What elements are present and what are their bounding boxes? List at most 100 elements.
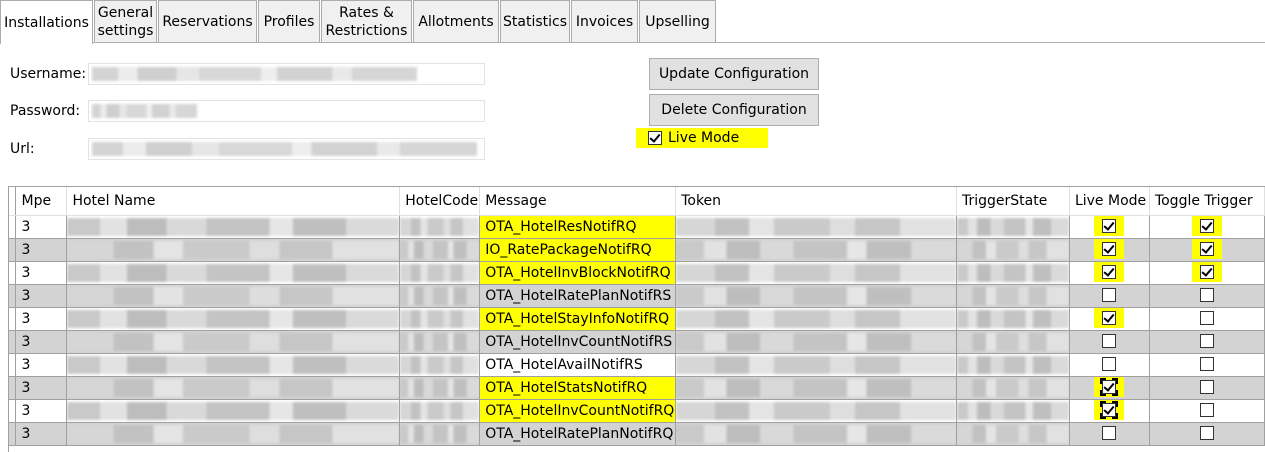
cell-token[interactable] <box>675 215 957 239</box>
cell-mpe[interactable]: 3 <box>15 422 68 446</box>
cell-toggle-trigger[interactable] <box>1149 261 1265 285</box>
cell-message[interactable]: OTA_HotelInvCountNotifRQ <box>479 399 677 423</box>
live-mode-row-checkbox[interactable] <box>1102 265 1117 279</box>
cell-toggle-trigger[interactable] <box>1149 215 1265 239</box>
cell-toggle-trigger[interactable] <box>1149 422 1265 446</box>
cell-hotelcode[interactable] <box>399 261 481 285</box>
table-row[interactable]: 3 OTA_HotelRatePlanNotifRQ <box>9 422 1265 446</box>
tab-general-settings[interactable]: General settings <box>94 0 157 42</box>
toggle-trigger-checkbox[interactable] <box>1199 380 1214 394</box>
username-field[interactable] <box>88 63 485 85</box>
cell-message[interactable]: OTA_HotelStatsNotifRQ <box>479 376 677 400</box>
cell-live-mode[interactable] <box>1069 238 1150 262</box>
cell-triggerstate[interactable] <box>956 422 1070 446</box>
col-header-triggerstate[interactable]: TriggerState <box>956 187 1070 216</box>
cell-hotelcode[interactable] <box>399 238 481 262</box>
password-field[interactable] <box>88 100 485 122</box>
table-row[interactable]: 3 IO_RatePackageNotifRQ <box>9 238 1265 262</box>
tab-profiles[interactable]: Profiles <box>258 0 320 42</box>
row-header[interactable] <box>9 261 17 285</box>
toggle-trigger-checkbox[interactable] <box>1199 265 1214 279</box>
cell-hotel-name[interactable] <box>66 215 401 239</box>
col-header-hotelcode[interactable]: HotelCode <box>399 187 481 216</box>
cell-hotelcode[interactable] <box>399 284 481 308</box>
cell-hotel-name[interactable] <box>66 399 401 423</box>
cell-toggle-trigger[interactable] <box>1149 353 1265 377</box>
cell-mpe[interactable]: 3 <box>15 238 68 262</box>
cell-token[interactable] <box>675 261 957 285</box>
cell-triggerstate[interactable] <box>956 284 1070 308</box>
row-header[interactable] <box>9 353 17 377</box>
cell-hotel-name[interactable] <box>66 422 401 446</box>
cell-triggerstate[interactable] <box>956 353 1070 377</box>
col-header-toggle-trigger[interactable]: Toggle Trigger <box>1149 187 1265 216</box>
cell-triggerstate[interactable] <box>956 261 1070 285</box>
tab-allotments[interactable]: Allotments <box>413 0 499 42</box>
table-row[interactable]: 3 OTA_HotelStayInfoNotifRQ <box>9 307 1265 331</box>
live-mode-row-checkbox[interactable] <box>1102 357 1117 371</box>
table-row[interactable]: 3 OTA_HotelStatsNotifRQ <box>9 376 1265 400</box>
table-row[interactable]: 3 OTA_HotelAvailNotifRS <box>9 353 1265 377</box>
tab-installations[interactable]: Installations <box>0 0 93 44</box>
cell-hotel-name[interactable] <box>66 238 401 262</box>
cell-toggle-trigger[interactable] <box>1149 330 1265 354</box>
col-header-mpe[interactable]: Mpe <box>15 187 68 216</box>
row-header[interactable] <box>9 307 17 331</box>
live-mode-toggle[interactable]: Live Mode <box>636 128 768 148</box>
table-row[interactable]: 3 OTA_HotelInvCountNotifRQ <box>9 399 1265 423</box>
col-header-message[interactable]: Message <box>479 187 677 216</box>
cell-mpe[interactable]: 3 <box>15 307 68 331</box>
live-mode-row-checkbox[interactable] <box>1100 378 1119 396</box>
cell-triggerstate[interactable] <box>956 215 1070 239</box>
cell-toggle-trigger[interactable] <box>1149 307 1265 331</box>
toggle-trigger-checkbox[interactable] <box>1199 219 1214 233</box>
cell-live-mode[interactable] <box>1069 284 1150 308</box>
cell-message[interactable]: OTA_HotelRatePlanNotifRQ <box>479 422 677 446</box>
col-header-live-mode[interactable]: Live Mode <box>1069 187 1150 216</box>
cell-triggerstate[interactable] <box>956 307 1070 331</box>
cell-live-mode[interactable] <box>1069 376 1150 400</box>
table-row[interactable]: 3 OTA_HotelResNotifRQ <box>9 215 1265 239</box>
cell-token[interactable] <box>675 399 957 423</box>
toggle-trigger-checkbox[interactable] <box>1199 242 1214 256</box>
row-header[interactable] <box>9 215 17 239</box>
cell-live-mode[interactable] <box>1069 330 1150 354</box>
cell-mpe[interactable]: 3 <box>15 399 68 423</box>
table-row[interactable]: 3 OTA_HotelRatePlanNotifRS <box>9 284 1265 308</box>
live-mode-row-checkbox[interactable] <box>1102 219 1117 233</box>
cell-message[interactable]: IO_RatePackageNotifRQ <box>479 238 677 262</box>
live-mode-row-checkbox[interactable] <box>1102 242 1117 256</box>
cell-mpe[interactable]: 3 <box>15 376 68 400</box>
live-mode-row-checkbox[interactable] <box>1102 288 1117 302</box>
live-mode-row-checkbox[interactable] <box>1100 401 1119 419</box>
cell-hotel-name[interactable] <box>66 376 401 400</box>
live-mode-checkbox[interactable] <box>648 131 662 145</box>
cell-token[interactable] <box>675 353 957 377</box>
toggle-trigger-checkbox[interactable] <box>1199 403 1214 417</box>
cell-message[interactable]: OTA_HotelAvailNotifRS <box>479 353 677 377</box>
cell-token[interactable] <box>675 307 957 331</box>
row-header[interactable] <box>9 399 17 423</box>
table-row[interactable]: 3 OTA_HotelInvCountNotifRS <box>9 330 1265 354</box>
toggle-trigger-checkbox[interactable] <box>1199 426 1214 440</box>
toggle-trigger-checkbox[interactable] <box>1199 288 1214 302</box>
row-header[interactable] <box>9 284 17 308</box>
tab-invoices[interactable]: Invoices <box>571 0 638 42</box>
cell-mpe[interactable]: 3 <box>15 215 68 239</box>
table-row[interactable]: 3 OTA_HotelInvBlockNotifRQ <box>9 261 1265 285</box>
cell-hotelcode[interactable] <box>399 215 481 239</box>
cell-hotelcode[interactable] <box>399 307 481 331</box>
cell-hotelcode[interactable] <box>399 399 481 423</box>
cell-toggle-trigger[interactable] <box>1149 238 1265 262</box>
cell-live-mode[interactable] <box>1069 399 1150 423</box>
row-header[interactable] <box>9 422 17 446</box>
tab-reservations[interactable]: Reservations <box>158 0 257 42</box>
cell-live-mode[interactable] <box>1069 422 1150 446</box>
url-field[interactable] <box>88 138 485 160</box>
cell-mpe[interactable]: 3 <box>15 284 68 308</box>
cell-live-mode[interactable] <box>1069 353 1150 377</box>
cell-hotel-name[interactable] <box>66 284 401 308</box>
toggle-trigger-checkbox[interactable] <box>1199 311 1214 325</box>
cell-hotel-name[interactable] <box>66 330 401 354</box>
cell-triggerstate[interactable] <box>956 238 1070 262</box>
